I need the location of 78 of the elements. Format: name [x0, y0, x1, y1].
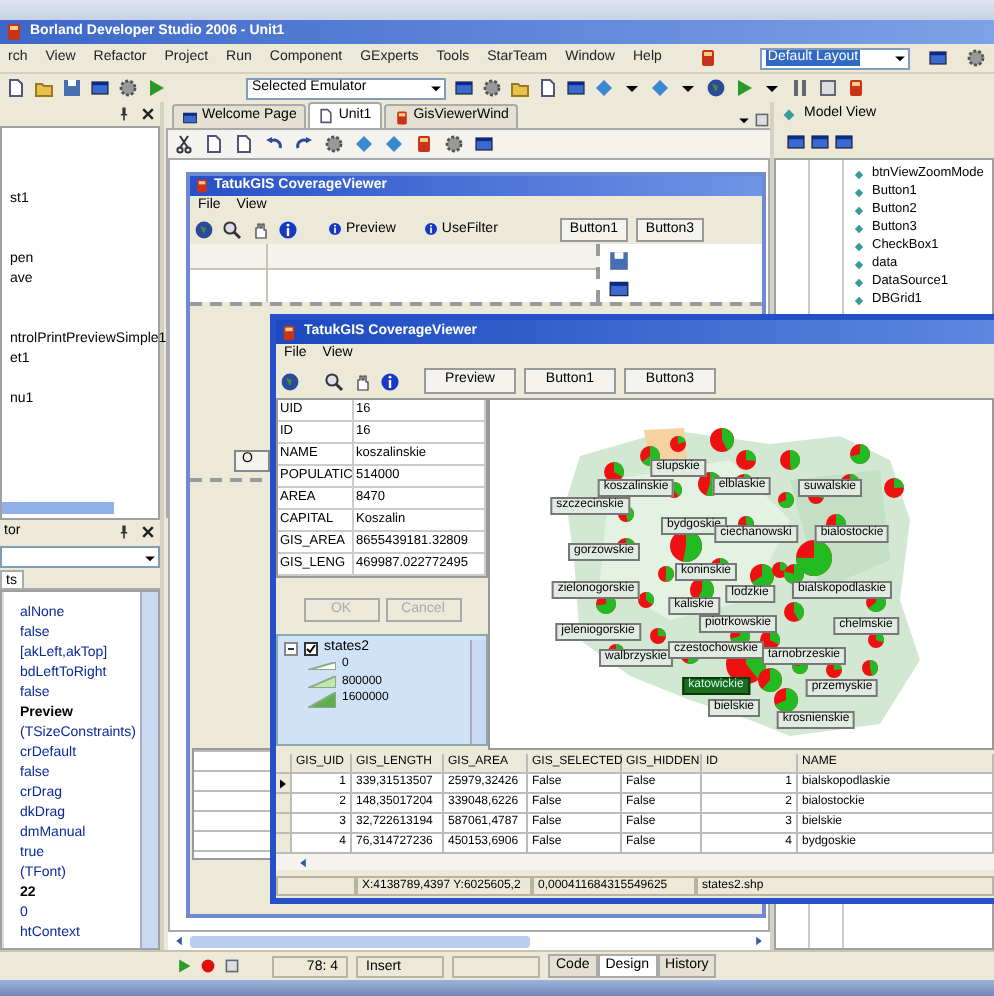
window-icon[interactable]	[474, 134, 494, 154]
window-icon[interactable]	[90, 78, 110, 98]
search-icon[interactable]	[222, 220, 242, 240]
search-icon[interactable]	[324, 371, 344, 391]
gear-icon[interactable]	[966, 48, 986, 68]
app-icon	[4, 22, 24, 42]
gear-icon[interactable]	[118, 78, 138, 98]
document-icon[interactable]	[6, 78, 26, 98]
pin-icon[interactable]	[116, 524, 132, 540]
node-icon	[852, 257, 866, 271]
folder-icon[interactable]	[34, 78, 54, 98]
pause-icon[interactable]	[790, 78, 810, 98]
node-icon	[852, 293, 866, 307]
info-icon[interactable]	[278, 220, 298, 240]
gear-icon[interactable]	[324, 134, 344, 154]
hand-icon[interactable]	[352, 371, 372, 391]
caret-icon	[892, 50, 908, 66]
node-icon	[852, 239, 866, 253]
row-indicator[interactable]	[276, 774, 292, 794]
layer-checkbox[interactable]	[304, 641, 318, 656]
caret-icon	[428, 80, 444, 96]
app-icon	[280, 323, 298, 341]
window-icon[interactable]	[608, 278, 630, 300]
folder-icon[interactable]	[510, 78, 530, 98]
info-icon[interactable]	[380, 371, 400, 391]
info-icon	[423, 222, 438, 237]
gear-icon[interactable]	[444, 134, 464, 154]
redo-icon[interactable]	[294, 134, 314, 154]
hand-icon[interactable]	[250, 220, 270, 240]
document-icon[interactable]	[538, 78, 558, 98]
document-icon	[318, 108, 335, 124]
node-icon	[852, 185, 866, 199]
node-icon	[852, 167, 866, 181]
stop-icon[interactable]	[754, 112, 770, 128]
window-icon[interactable]	[566, 78, 586, 98]
scroll-bar[interactable]	[140, 592, 158, 948]
close-icon[interactable]	[140, 524, 156, 540]
window-icon[interactable]	[928, 48, 948, 68]
app-icon[interactable]	[846, 78, 866, 98]
window-icon	[182, 109, 198, 125]
gear-icon[interactable]	[482, 78, 502, 98]
info-icon	[328, 222, 342, 237]
scroll-bar[interactable]	[166, 128, 169, 518]
globe-icon[interactable]	[194, 220, 214, 240]
scroll-bar[interactable]	[470, 640, 486, 744]
stop-icon[interactable]	[818, 78, 838, 98]
close-icon[interactable]	[140, 106, 156, 122]
app-icon	[194, 178, 210, 194]
expander-icon[interactable]	[284, 641, 298, 656]
diamond-icon[interactable]	[650, 78, 670, 98]
scroll-bar[interactable]	[2, 502, 114, 514]
diamond-icon[interactable]	[594, 78, 614, 98]
node-icon	[780, 105, 798, 123]
window-icon[interactable]	[454, 78, 474, 98]
scroll-bar[interactable]	[276, 854, 994, 870]
play-icon[interactable]	[146, 78, 166, 98]
globe-icon[interactable]	[280, 371, 300, 391]
status-panel	[276, 876, 356, 896]
scroll-bar[interactable]	[168, 932, 770, 950]
undo-icon[interactable]	[264, 134, 284, 154]
app-icon[interactable]	[414, 134, 434, 154]
node-icon	[852, 275, 866, 289]
node-icon	[852, 203, 866, 217]
status-panel	[452, 955, 540, 977]
record-icon[interactable]	[200, 958, 216, 974]
window-icon[interactable]	[786, 132, 806, 152]
node-icon	[852, 221, 866, 235]
stop-icon[interactable]	[224, 958, 240, 974]
scissors-icon[interactable]	[174, 134, 194, 154]
globe-icon[interactable]	[706, 78, 726, 98]
pin-icon[interactable]	[116, 106, 132, 122]
play-icon[interactable]	[734, 78, 754, 98]
grid-corner	[276, 754, 292, 774]
app-icon	[393, 109, 410, 125]
app-icon[interactable]	[697, 48, 718, 68]
window-icon[interactable]	[834, 132, 854, 152]
window-icon[interactable]	[810, 132, 830, 152]
play-icon[interactable]	[176, 958, 192, 974]
